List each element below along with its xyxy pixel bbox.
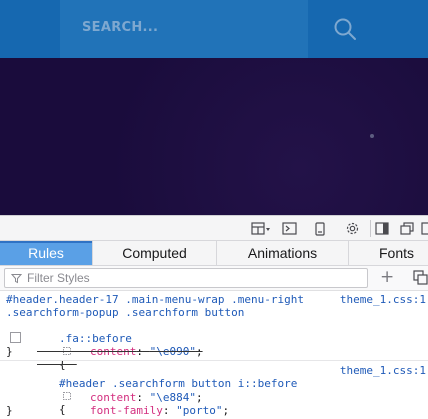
responsive-mode-icon[interactable] [312, 220, 328, 237]
declaration-value[interactable]: "porto" [176, 404, 222, 417]
rule-selector[interactable]: .searchform-popup .searchform button [6, 306, 244, 319]
tab-computed[interactable]: Computed [93, 241, 217, 265]
declaration-semicolon: ; [222, 404, 230, 417]
rules-list: #header.header-17 .main-menu-wrap .menu-… [0, 292, 428, 419]
rule-source-link[interactable]: theme_1.css:1 [340, 364, 426, 377]
overflow-icon[interactable] [421, 220, 428, 237]
search-icon[interactable] [332, 16, 358, 42]
declaration-checkbox[interactable] [10, 332, 21, 343]
declaration-colon: : [162, 404, 170, 417]
search-box[interactable]: SEARCH... [60, 0, 356, 58]
site-header: SEARCH... [0, 0, 428, 58]
filter-row: + [0, 266, 428, 291]
declaration-semicolon: ; [195, 345, 203, 358]
filter-styles-input[interactable] [27, 270, 357, 286]
tab-animations[interactable]: Animations [217, 241, 349, 265]
close-brace: } [6, 345, 13, 358]
hero-background [0, 58, 428, 215]
devtools-panel: Rules Computed Animations Fonts + #heade… [0, 215, 428, 419]
split-console-icon[interactable] [399, 220, 415, 237]
toolbar-divider [370, 220, 371, 237]
devtools-tab-bar: Rules Computed Animations Fonts [0, 241, 428, 266]
css-rule: #header.header-17 .main-menu-wrap .menu-… [0, 292, 428, 371]
toggle-sidebar-icon[interactable] [374, 220, 390, 237]
settings-gear-icon[interactable] [343, 220, 361, 237]
layout-dropdown-icon[interactable] [250, 220, 272, 237]
add-rule-button[interactable]: + [380, 269, 394, 286]
search-input-placeholder[interactable]: SEARCH... [82, 20, 158, 35]
filter-icon [11, 274, 22, 284]
rule-source-link[interactable]: theme_1.css:1 [340, 293, 426, 306]
filter-styles-box[interactable] [4, 268, 368, 288]
declaration-property[interactable]: font-family [90, 404, 163, 417]
class-panel-icon[interactable] [413, 270, 428, 286]
rule-separator [0, 360, 428, 361]
tab-rules[interactable]: Rules [0, 241, 93, 265]
close-brace: } [6, 404, 13, 417]
tab-fonts[interactable]: Fonts [349, 241, 428, 265]
decorative-dot [370, 134, 374, 138]
rule-selector[interactable]: #header.header-17 .main-menu-wrap .menu-… [6, 293, 304, 306]
declaration-colon: : [136, 345, 143, 358]
declaration-value[interactable]: "\e090" [150, 345, 196, 358]
console-icon[interactable] [280, 220, 298, 237]
declaration-property[interactable]: content [90, 345, 136, 358]
css-rule: #header .searchform button i::before { t… [0, 362, 428, 419]
devtools-toolbar [0, 216, 428, 241]
